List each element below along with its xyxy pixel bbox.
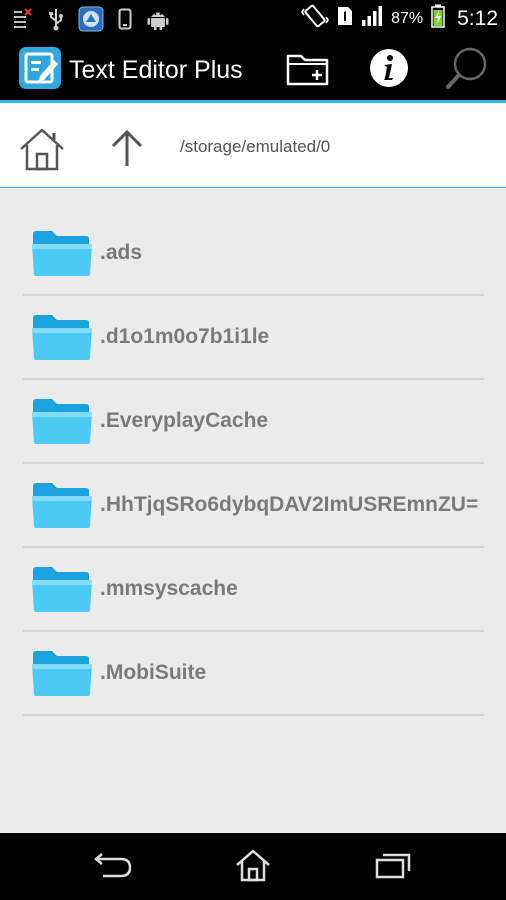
home-icon bbox=[235, 848, 271, 887]
recent-apps-button[interactable] bbox=[370, 847, 416, 887]
info-icon bbox=[367, 46, 411, 95]
folder-icon bbox=[30, 648, 94, 698]
signal-icon bbox=[361, 5, 383, 32]
back-icon bbox=[93, 850, 133, 885]
up-arrow-icon bbox=[105, 129, 149, 175]
list-item[interactable]: .EveryplayCache bbox=[0, 380, 506, 464]
nav-home-button[interactable] bbox=[230, 847, 276, 887]
status-bar: 87% 5:12 bbox=[0, 0, 506, 37]
phone-icon bbox=[118, 8, 132, 35]
battery-charging-icon bbox=[431, 4, 445, 33]
list-item[interactable]: .ads bbox=[0, 212, 506, 296]
search-button[interactable] bbox=[444, 47, 490, 93]
list-item[interactable]: .HhTjqSRo6dybqDAV2ImUSREmnZU= bbox=[0, 464, 506, 548]
app-logo-icon[interactable] bbox=[18, 46, 62, 90]
list-item[interactable]: .d1o1m0o7b1i1le bbox=[0, 296, 506, 380]
folder-name: .mmsyscache bbox=[100, 577, 238, 600]
folder-name: .EveryplayCache bbox=[100, 409, 269, 432]
list-divider bbox=[23, 714, 484, 716]
folder-name: .ads bbox=[100, 241, 143, 264]
folder-icon bbox=[30, 564, 94, 614]
folder-icon bbox=[30, 228, 94, 278]
back-button[interactable] bbox=[90, 847, 136, 887]
battery-percent: 87% bbox=[391, 9, 424, 27]
android-icon bbox=[146, 7, 170, 36]
app-notification-icon bbox=[78, 6, 104, 37]
folder-name: .MobiSuite bbox=[100, 661, 207, 684]
vibrate-icon bbox=[301, 3, 330, 34]
clock: 5:12 bbox=[457, 6, 498, 30]
folder-icon bbox=[30, 396, 94, 446]
folder-icon bbox=[30, 480, 94, 530]
navigation-bar bbox=[0, 833, 506, 900]
info-button[interactable] bbox=[366, 47, 412, 93]
sim-icon bbox=[337, 6, 353, 31]
folder-name: .d1o1m0o7b1i1le bbox=[100, 325, 270, 348]
home-icon bbox=[18, 128, 66, 177]
new-folder-button[interactable] bbox=[285, 47, 331, 93]
folder-icon bbox=[30, 312, 94, 362]
parent-directory-button[interactable] bbox=[105, 127, 149, 171]
current-path: /storage/emulated/0 bbox=[180, 137, 331, 156]
search-icon bbox=[444, 45, 490, 96]
app-title: Text Editor Plus bbox=[69, 56, 243, 84]
list-item[interactable]: .mmsyscache bbox=[0, 548, 506, 632]
folder-name: .HhTjqSRo6dybqDAV2ImUSREmnZU= bbox=[100, 493, 479, 516]
list-item[interactable]: .MobiSuite bbox=[0, 632, 506, 716]
home-directory-button[interactable] bbox=[18, 125, 66, 173]
folder-list: .ads .d1o1m0o7b1i1le .EveryplayCache .Hh… bbox=[0, 212, 506, 716]
new-folder-icon bbox=[285, 48, 331, 93]
recent-apps-icon bbox=[374, 850, 412, 885]
path-bar: /storage/emulated/0 bbox=[0, 103, 506, 188]
notification-list-icon bbox=[14, 8, 34, 35]
usb-icon bbox=[48, 7, 64, 36]
